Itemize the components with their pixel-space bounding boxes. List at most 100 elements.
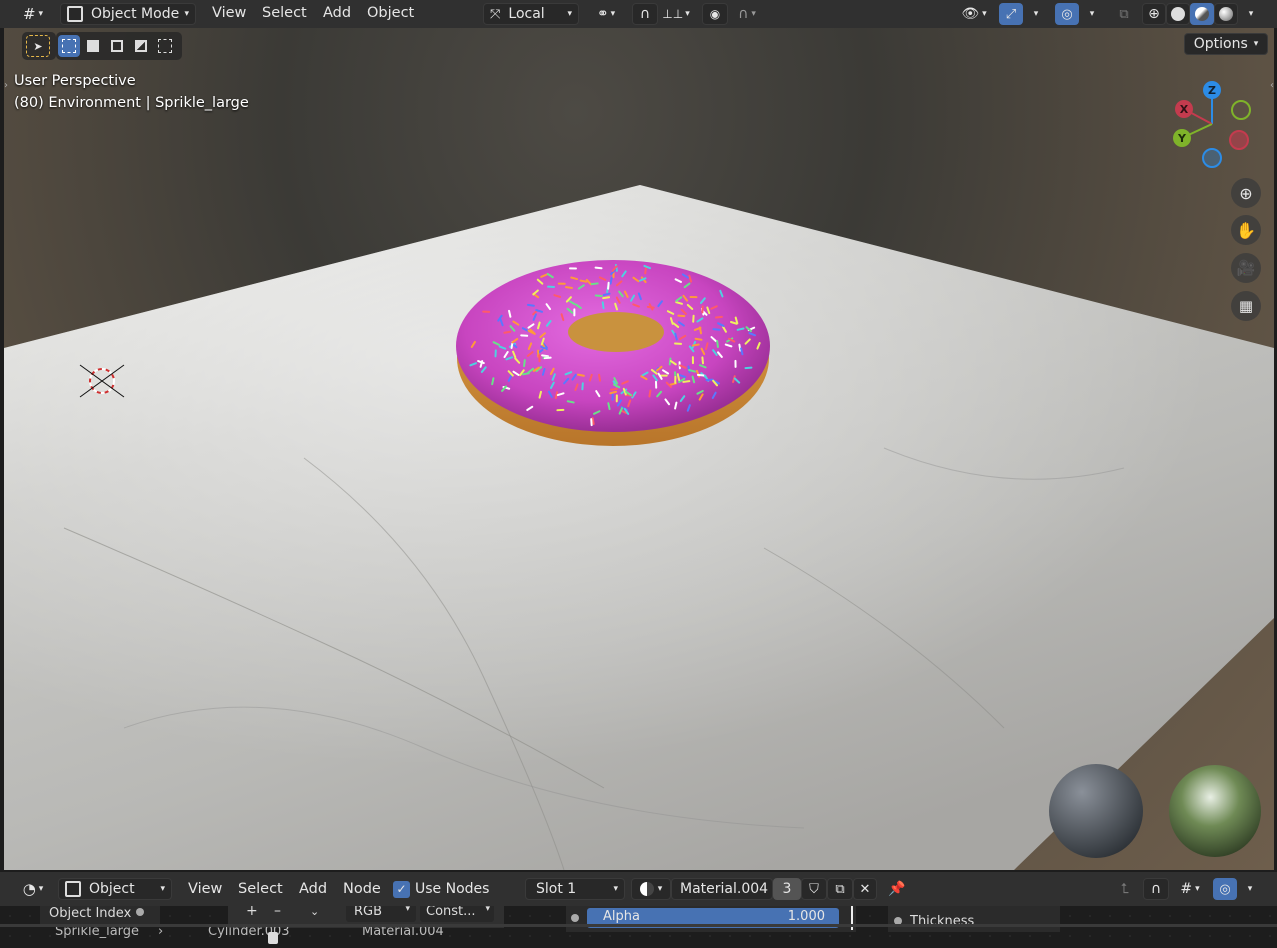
shader-type-dropdown[interactable]: Object ▾ [58, 878, 172, 900]
pivot-point-button[interactable]: ⚭ ▾ [588, 3, 624, 25]
sidebar-toggle-arrow[interactable]: ‹ [1270, 80, 1274, 91]
node-overlays-toggle[interactable]: ◎ [1213, 878, 1237, 900]
axis-y-label: Y [1177, 132, 1187, 145]
axis-neg-x-handle[interactable] [1229, 130, 1249, 150]
add-stop-icon[interactable]: + [246, 906, 258, 919]
parent-node-tree-button[interactable]: ⮤ [1113, 878, 1137, 900]
3d-viewport[interactable]: ➤ Options ▾ User Perspective (80) Enviro… [4, 28, 1274, 870]
node-menu-select[interactable]: Select [238, 881, 283, 897]
chevron-down-icon: ▾ [610, 9, 616, 19]
sprinkle [607, 402, 611, 411]
snap-target-dropdown[interactable]: ⊥⊥ ▾ [658, 3, 694, 25]
select-tool-button[interactable]: ➤ [26, 35, 50, 57]
sprinkle [648, 389, 652, 398]
checkbox-checked-icon: ✓ [393, 880, 410, 898]
unlink-material-button[interactable]: ✕ [853, 878, 877, 900]
sprinkle [609, 390, 618, 395]
overlays-toggle[interactable]: ◎ [1055, 3, 1079, 25]
options-dropdown[interactable]: Options ▾ [1184, 33, 1268, 55]
node-snap-target-dropdown[interactable]: # ▾ [1171, 878, 1209, 900]
duplicate-material-button[interactable]: ⧉ [827, 878, 853, 900]
sprinkle [523, 359, 526, 368]
node-menu-add[interactable]: Add [299, 881, 327, 897]
color-mode-dropdown[interactable]: RGB ▾ [346, 906, 416, 922]
proportional-edit-toggle[interactable]: ◉ [702, 3, 728, 25]
select-invert-button[interactable] [130, 35, 152, 57]
zoom-in-icon: ⊕ [1239, 183, 1253, 203]
chevron-down-icon[interactable]: ⌄ [310, 906, 319, 918]
navigation-gizmo[interactable]: Z X Y [1164, 76, 1264, 176]
sprinkle [609, 276, 613, 285]
area-divider[interactable] [0, 924, 1277, 927]
pin-button[interactable]: 📌 [885, 878, 909, 900]
proportional-falloff-dropdown[interactable]: ∩ ▾ [728, 3, 766, 25]
material-users-count[interactable]: 3 [773, 878, 801, 900]
alpha-value: 1.000 [787, 909, 825, 924]
shading-dropdown[interactable]: ▾ [1240, 3, 1262, 25]
menu-view[interactable]: View [212, 5, 246, 21]
node-menu-view[interactable]: View [188, 881, 222, 897]
donut-hole [568, 312, 664, 352]
sprinkle [694, 337, 703, 341]
select-extend-button[interactable] [82, 35, 104, 57]
orientation-label: Local [508, 6, 545, 22]
sprinkle [607, 281, 610, 290]
sprinkle [601, 301, 605, 310]
pan-button[interactable]: ✋ [1231, 215, 1261, 245]
shading-solid-button[interactable] [1166, 3, 1190, 25]
editor-type-button[interactable]: # ▾ [14, 3, 52, 25]
node-snap-toggle[interactable]: ∩ [1143, 878, 1169, 900]
box-select-subtract-icon [111, 40, 123, 52]
material-browse-button[interactable]: ▾ [631, 878, 671, 900]
node-editor-type-button[interactable]: ◔ ▾ [14, 878, 52, 900]
snap-toggle[interactable]: ∩ [632, 3, 658, 25]
menu-select[interactable]: Select [262, 5, 307, 21]
shading-material-button[interactable] [1190, 3, 1214, 25]
toolbar-toggle-arrow[interactable]: › [4, 80, 8, 91]
sprinkle [491, 377, 495, 386]
material-sphere-icon [639, 882, 654, 896]
use-nodes-checkbox[interactable]: ✓ Use Nodes [393, 878, 493, 900]
select-subtract-button[interactable] [106, 35, 128, 57]
sprinkle [503, 330, 512, 334]
box-select-intersect-icon [158, 39, 172, 53]
sprinkle [526, 303, 535, 307]
interpolation-dropdown[interactable]: Const... ▾ [420, 906, 494, 922]
gizmo-dropdown[interactable]: ▾ [1025, 3, 1047, 25]
zoom-button[interactable]: ⊕ [1231, 178, 1261, 208]
mode-dropdown[interactable]: Object Mode ▾ [60, 3, 196, 25]
camera-view-button[interactable]: 🎥 [1231, 253, 1261, 283]
node-menu-node[interactable]: Node [343, 881, 381, 897]
xray-toggle[interactable]: ⧉ [1112, 3, 1136, 25]
node-editor-canvas[interactable]: Object Index + – ⌄ RGB ▾ Const... ▾ Alph… [0, 906, 1277, 948]
cursor-arrow-icon: ➤ [33, 39, 43, 53]
material-name-field[interactable]: Material.004 [671, 878, 773, 900]
shading-wireframe-button[interactable]: ⊕ [1142, 3, 1166, 25]
sprinkle [566, 400, 575, 404]
users-count: 3 [782, 881, 792, 897]
sprinkle [564, 286, 573, 289]
perspective-toggle-button[interactable]: ▦ [1231, 291, 1261, 321]
shading-rendered-button[interactable] [1214, 3, 1238, 25]
node-overlays-dropdown[interactable]: ▾ [1239, 878, 1261, 900]
sprinkle [744, 366, 753, 370]
axis-neg-z-handle[interactable] [1202, 148, 1222, 168]
select-new-button[interactable] [58, 35, 80, 57]
fake-user-button[interactable]: ⛉ [801, 878, 827, 900]
chevron-down-icon: ▾ [405, 906, 410, 914]
menu-add[interactable]: Add [323, 5, 351, 21]
transform-orientation-dropdown[interactable]: ⤧ Local ▾ [483, 3, 579, 25]
camera-icon: 🎥 [1236, 259, 1256, 277]
overlays-dropdown[interactable]: ▾ [1081, 3, 1103, 25]
axis-neg-y-handle[interactable] [1231, 100, 1251, 120]
chevron-down-icon: ▾ [38, 884, 44, 894]
remove-stop-icon[interactable]: – [274, 906, 281, 919]
object-info-node[interactable]: Object Index [40, 906, 160, 924]
select-intersect-button[interactable] [154, 35, 176, 57]
visibility-dropdown[interactable]: 👁 ▾ [954, 3, 994, 25]
slot-dropdown[interactable]: Slot 1 ▾ [525, 878, 625, 900]
matcap-preview-sphere [1049, 764, 1143, 858]
menu-object[interactable]: Object [367, 5, 414, 21]
xray-icon: ⧉ [1119, 6, 1129, 22]
gizmo-toggle[interactable]: ⤢ [999, 3, 1023, 25]
